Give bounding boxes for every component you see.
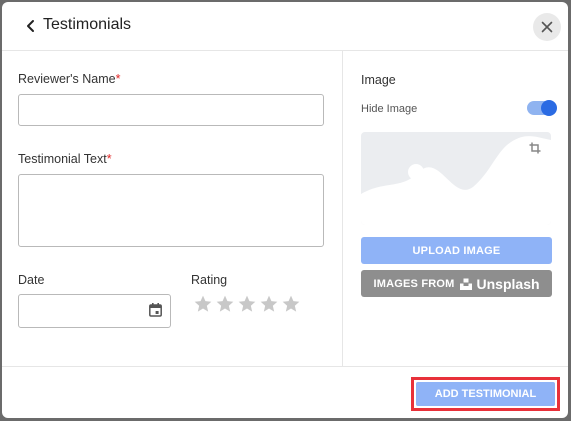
rating-stars: [193, 294, 301, 314]
modal-footer: ADD TESTIMONIAL: [2, 366, 568, 418]
toggle-knob: [541, 100, 557, 116]
calendar-icon[interactable]: [149, 303, 162, 317]
modal-title: Testimonials: [43, 16, 132, 33]
add-testimonial-button[interactable]: ADD TESTIMONIAL: [416, 382, 555, 406]
star-icon[interactable]: [193, 294, 213, 314]
required-marker: *: [115, 72, 121, 86]
reviewer-name-label-text: Reviewer's Name: [18, 72, 116, 86]
modal-header: Testimonials: [2, 2, 568, 51]
unsplash-prefix: IMAGES FROM: [373, 277, 455, 290]
star-icon[interactable]: [215, 294, 235, 314]
date-field: [18, 294, 171, 328]
chevron-left-icon[interactable]: [24, 18, 38, 34]
unsplash-brand: Unsplash: [476, 275, 540, 292]
testimonials-modal: Testimonials Reviewer's Name* Testimonia…: [2, 2, 568, 418]
star-icon[interactable]: [281, 294, 301, 314]
testimonial-text-input[interactable]: [18, 174, 324, 247]
image-panel: Image Hide Image UPLOAD IMAGE IMAGES FRO…: [343, 51, 568, 366]
add-testimonial-highlight: ADD TESTIMONIAL: [411, 377, 560, 411]
images-from-unsplash-button[interactable]: IMAGES FROM Unsplash: [361, 270, 552, 297]
hide-image-label: Hide Image: [361, 103, 418, 115]
rating-label: Rating: [191, 273, 228, 287]
close-button[interactable]: [533, 13, 561, 41]
reviewer-name-label: Reviewer's Name*: [18, 72, 120, 86]
close-icon: [541, 21, 553, 33]
testimonial-form: Reviewer's Name* Testimonial Text* Date …: [2, 51, 343, 366]
unsplash-logo-icon: [459, 278, 472, 290]
hide-image-toggle[interactable]: [527, 100, 557, 116]
star-icon[interactable]: [259, 294, 279, 314]
testimonial-text-label-text: Testimonial Text: [18, 152, 107, 166]
date-label: Date: [18, 273, 45, 287]
image-section-label: Image: [361, 73, 396, 87]
star-icon[interactable]: [237, 294, 257, 314]
crop-button[interactable]: [524, 137, 546, 159]
required-marker: *: [106, 152, 112, 166]
upload-image-button[interactable]: UPLOAD IMAGE: [361, 237, 552, 264]
image-placeholder: [361, 132, 551, 225]
reviewer-name-input[interactable]: [18, 94, 324, 126]
crop-icon: [529, 142, 541, 154]
testimonial-text-label: Testimonial Text*: [18, 152, 112, 166]
image-placeholder-icon: [361, 136, 551, 225]
